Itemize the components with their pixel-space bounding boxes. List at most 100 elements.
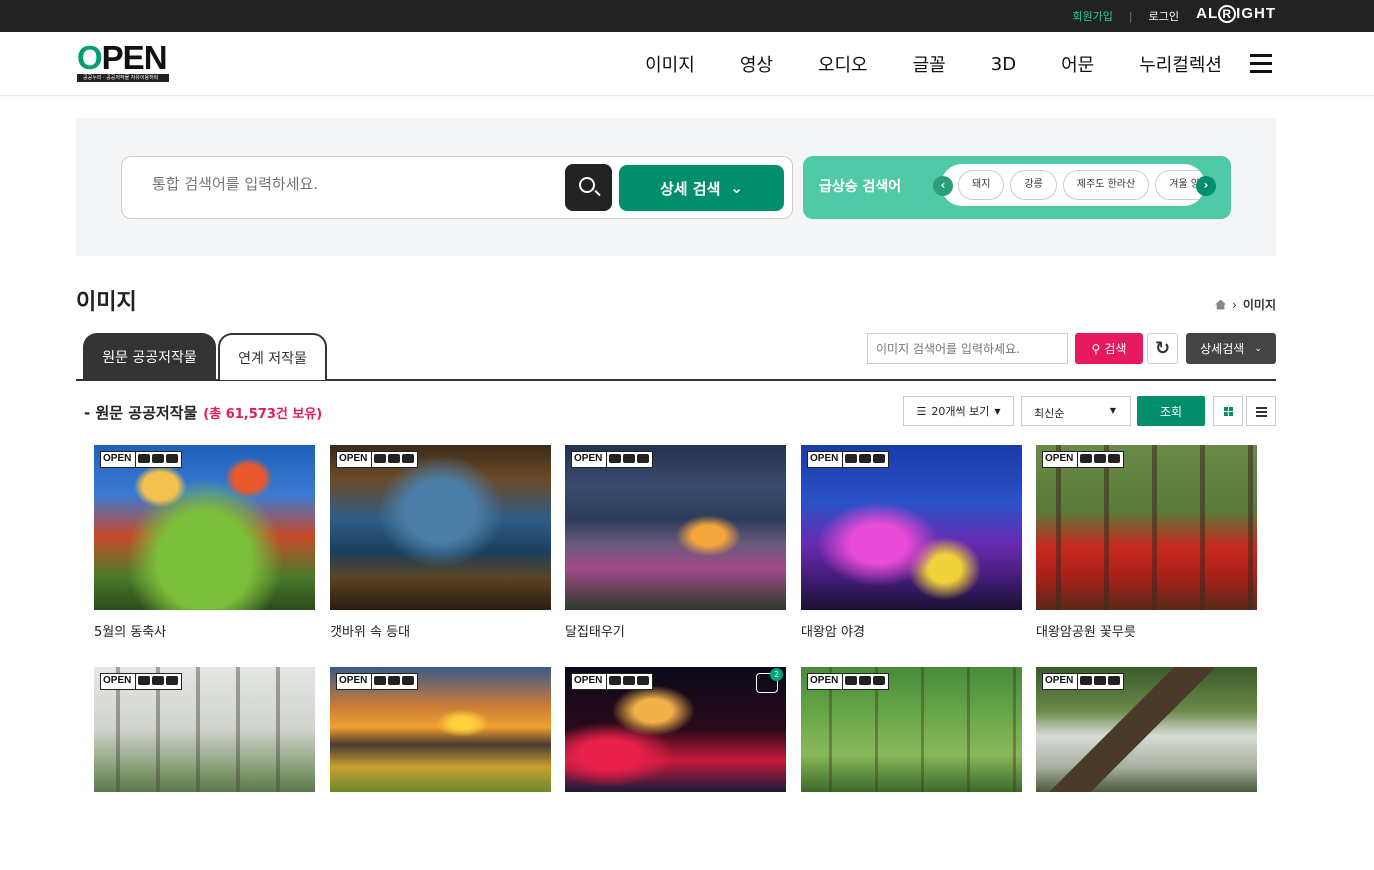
gallery-card[interactable]: OPEN 5월의 동축사 xyxy=(94,445,315,640)
open-license-badge: OPEN xyxy=(336,451,418,468)
chevron-right-icon: › xyxy=(1232,297,1237,312)
search-area: 상세 검색 ⌄ 급상승 검색어 돼지 강릉 제주도 한라산 겨울 양 ‹ › xyxy=(76,118,1276,256)
open-license-badge: OPEN xyxy=(336,673,418,690)
per-page-value: 20개씩 보기 xyxy=(931,405,990,418)
gallery-caption[interactable]: 달집태우기 xyxy=(565,621,786,640)
nav-audio[interactable]: 오디오 xyxy=(818,51,868,77)
thumbnail-temple-lanterns[interactable]: OPEN xyxy=(94,445,315,610)
thumbnail-misty-forest[interactable]: OPEN xyxy=(94,667,315,792)
grid-view-icon[interactable] xyxy=(1213,396,1243,426)
open-license-badge: OPEN xyxy=(1042,451,1124,468)
chevron-left-icon[interactable]: ‹ xyxy=(933,176,953,196)
gallery-card[interactable]: OPEN xyxy=(801,667,1022,792)
thumbnail-rock-lighthouse[interactable]: OPEN xyxy=(330,445,551,610)
breadcrumb-current: 이미지 xyxy=(1242,298,1276,312)
gallery-caption[interactable]: 갯바위 속 등대 xyxy=(330,621,551,640)
utility-separator: | xyxy=(1128,9,1133,23)
refresh-icon[interactable]: ↻ xyxy=(1147,333,1178,364)
gallery-card[interactable]: OPEN 달집태우기 xyxy=(565,445,786,640)
utility-links: 회원가입 | 로그인 xyxy=(1072,0,1179,32)
breadcrumb: › 이미지 xyxy=(1215,296,1276,313)
chevron-down-icon: ⌄ xyxy=(730,179,743,197)
menu-hamburger-icon[interactable] xyxy=(1250,54,1272,73)
gallery-card[interactable]: OPEN 갯바위 속 등대 xyxy=(330,445,551,640)
trending-pill-list: 돼지 강릉 제주도 한라산 겨울 양 xyxy=(941,164,1205,206)
trending-keywords: 급상승 검색어 돼지 강릉 제주도 한라산 겨울 양 ‹ › xyxy=(803,156,1231,219)
sort-select[interactable]: 최신순 ▼ xyxy=(1021,396,1131,426)
chevron-down-icon: ⌄ xyxy=(1254,343,1262,354)
thumbnail-daewangam-night[interactable]: OPEN xyxy=(801,445,1022,610)
thumbnail-fireworks[interactable]: OPEN 2 xyxy=(565,667,786,792)
gallery-caption[interactable]: 대왕암공원 꽃무릇 xyxy=(1036,621,1257,640)
thumbnail-bonfire-festival[interactable]: OPEN xyxy=(565,445,786,610)
nav-font[interactable]: 글꼴 xyxy=(913,51,946,77)
gallery-card[interactable]: OPEN xyxy=(330,667,551,792)
open-license-badge: OPEN xyxy=(807,451,889,468)
home-icon[interactable] xyxy=(1215,299,1227,310)
integrated-search-input[interactable] xyxy=(152,175,552,193)
nav-nuri-collection[interactable]: 누리컬렉션 xyxy=(1139,51,1222,77)
nav-video[interactable]: 영상 xyxy=(740,51,773,77)
section-title-text: - 원문 공공저작물 xyxy=(84,404,198,422)
gallery-card[interactable]: OPEN xyxy=(1036,667,1257,792)
tab-original-works[interactable]: 원문 공공저작물 xyxy=(83,333,216,380)
open-logo[interactable]: OPEN 공공누리 · 공공저작물 자유이용허락 xyxy=(77,39,169,83)
detail-search-label: 상세 검색 xyxy=(659,179,721,198)
caret-down-icon: ▼ xyxy=(1109,406,1116,415)
logo-subtitle: 공공누리 · 공공저작물 자유이용허락 xyxy=(77,74,169,82)
login-link[interactable]: 로그인 xyxy=(1149,8,1179,24)
integrated-search-box: 상세 검색 ⌄ xyxy=(121,156,793,219)
thumbnail-green-pines[interactable]: OPEN xyxy=(801,667,1022,792)
multi-image-count: 2 xyxy=(770,668,783,681)
thumbnail-sunset-city[interactable]: OPEN xyxy=(330,667,551,792)
main-header: OPEN 공공누리 · 공공저작물 자유이용허락 이미지 영상 오디오 글꼴 3… xyxy=(0,32,1374,96)
trend-pill[interactable]: 강릉 xyxy=(1010,170,1057,200)
image-search-input[interactable] xyxy=(867,333,1068,364)
image-search-label: 검색 xyxy=(1104,342,1127,356)
caret-down-icon: ▼ xyxy=(994,406,1001,416)
signup-link[interactable]: 회원가입 xyxy=(1072,8,1112,24)
nav-image[interactable]: 이미지 xyxy=(645,51,695,77)
tab-linked-works[interactable]: 연계 저작물 xyxy=(218,333,327,380)
open-license-badge: OPEN xyxy=(571,451,653,468)
trend-pill[interactable]: 제주도 한라산 xyxy=(1062,170,1150,200)
per-page-select[interactable]: ☰ 20개씩 보기 ▼ xyxy=(903,396,1014,426)
open-license-badge: OPEN xyxy=(100,673,182,690)
allright-logo[interactable]: AL R IGHT xyxy=(1196,5,1276,23)
filter-sliders-icon: ☰ xyxy=(916,404,927,418)
multi-image-icon: 2 xyxy=(756,668,783,693)
trend-pill[interactable]: 돼지 xyxy=(958,170,1005,200)
trending-label: 급상승 검색어 xyxy=(819,179,902,195)
open-license-badge: OPEN xyxy=(807,673,889,690)
open-license-badge: OPEN xyxy=(571,673,653,690)
main-nav: 이미지 영상 오디오 글꼴 3D 어문 누리컬렉션 xyxy=(600,32,1222,96)
sort-value: 최신순 xyxy=(1034,407,1065,420)
gallery-caption[interactable]: 5월의 동축사 xyxy=(94,621,315,640)
thumbnail-red-spider-lily[interactable]: OPEN xyxy=(1036,445,1257,610)
search-button[interactable] xyxy=(565,164,612,211)
image-search-button[interactable]: ⚲ 검색 xyxy=(1075,333,1143,364)
chevron-right-icon[interactable]: › xyxy=(1196,176,1216,196)
nav-text[interactable]: 어문 xyxy=(1061,51,1094,77)
logo-word: OPEN xyxy=(77,39,168,76)
top-utility-bar: 회원가입 | 로그인 AL R IGHT xyxy=(0,0,1374,32)
gallery-caption[interactable]: 대왕암 야경 xyxy=(801,621,1022,640)
page-title: 이미지 xyxy=(76,290,137,315)
gallery-card[interactable]: OPEN 대왕암공원 꽃무릇 xyxy=(1036,445,1257,640)
open-license-badge: OPEN xyxy=(100,451,182,468)
total-count: (총 61,573건 보유) xyxy=(203,407,323,422)
view-button[interactable]: 조회 xyxy=(1137,396,1205,426)
gallery-card[interactable]: OPEN xyxy=(94,667,315,792)
detail-search-button[interactable]: 상세 검색 ⌄ xyxy=(619,165,784,211)
nav-3d[interactable]: 3D xyxy=(991,54,1016,75)
open-license-badge: OPEN xyxy=(1042,673,1124,690)
gallery-card[interactable]: OPEN 대왕암 야경 xyxy=(801,445,1022,640)
image-detail-label: 상세검색 xyxy=(1200,342,1245,356)
section-title: - 원문 공공저작물 (총 61,573건 보유) xyxy=(84,402,322,423)
thumbnail-old-pine-tree[interactable]: OPEN xyxy=(1036,667,1257,792)
search-icon: ⚲ xyxy=(1091,341,1101,356)
search-icon xyxy=(579,177,595,193)
gallery-card[interactable]: OPEN 2 xyxy=(565,667,786,792)
list-view-icon[interactable] xyxy=(1246,396,1276,426)
image-detail-search-button[interactable]: 상세검색 ⌄ xyxy=(1186,333,1276,364)
